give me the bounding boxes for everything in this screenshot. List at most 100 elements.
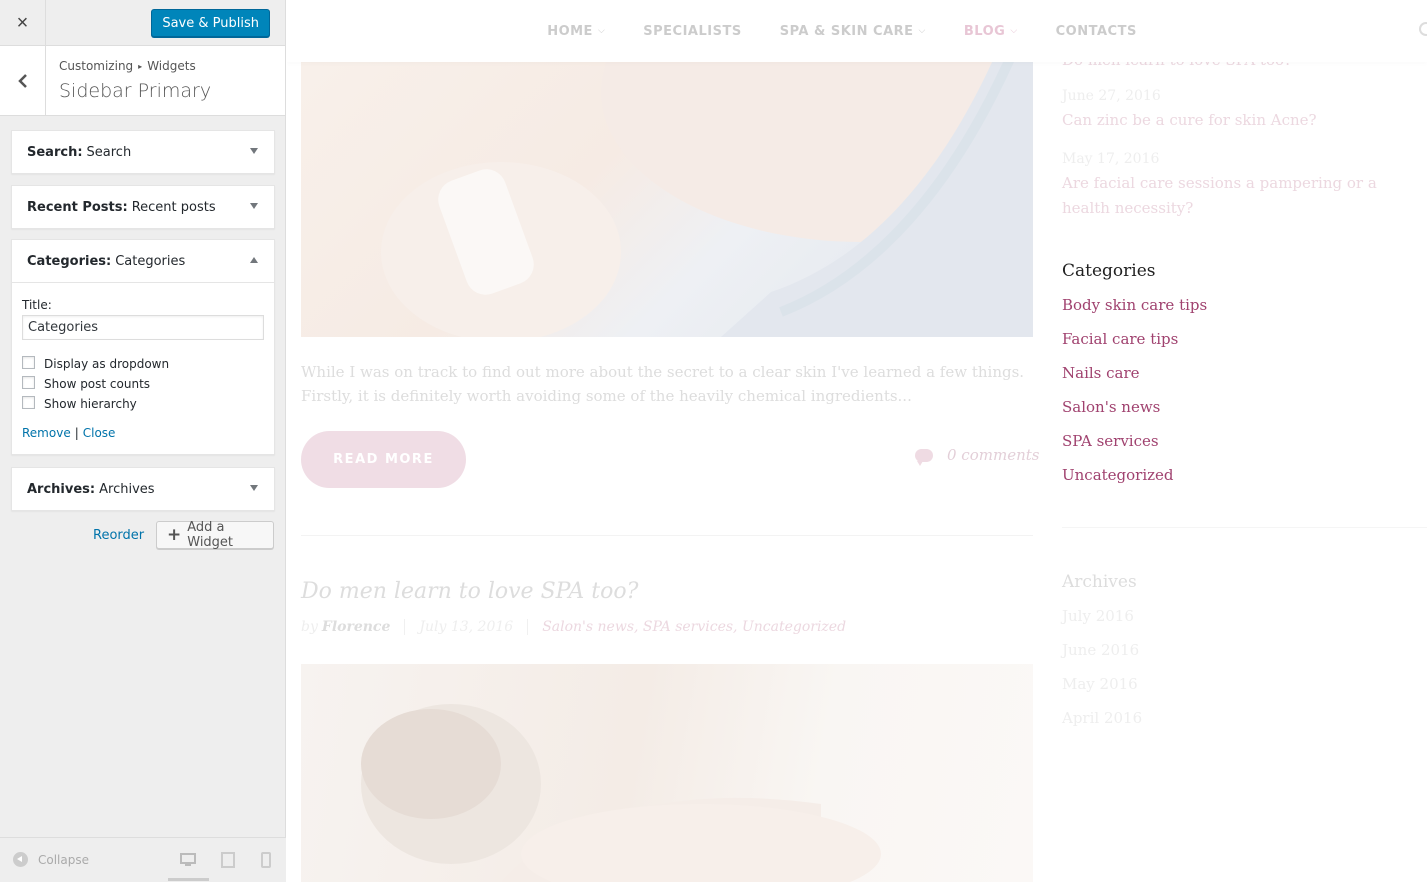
post-excerpt: While I was on track to find out more ab… (301, 363, 1025, 405)
widget-type: Categories: (27, 253, 112, 269)
customizer-header-actions: × Save & Publish (0, 0, 285, 46)
chevron-down-icon: ⌵ (597, 26, 606, 36)
search-icon[interactable] (1419, 22, 1427, 36)
post-by: by (301, 619, 318, 635)
actions-separator: | (74, 426, 79, 440)
category-link[interactable]: Salon's news (1062, 398, 1160, 416)
breadcrumb-section: Widgets (147, 59, 196, 73)
nav-label: SPECIALISTS (643, 23, 742, 39)
close-link[interactable]: Close (83, 426, 116, 440)
widget-name: Recent posts (131, 199, 216, 215)
archive-link[interactable]: May 2016 (1062, 675, 1138, 693)
widget-categories-form: Title: Display as dropdown Show post cou… (12, 282, 274, 454)
post-date: July 13, 2016 (419, 619, 514, 635)
comment-icon (915, 448, 933, 466)
add-widget-button[interactable]: + Add a Widget (156, 520, 274, 550)
back-arrow-icon[interactable] (0, 46, 46, 115)
nav-label: CONTACTS (1055, 23, 1137, 39)
archive-link[interactable]: July 2016 (1062, 607, 1134, 625)
breadcrumb-root: Customizing (59, 59, 134, 73)
checkbox-label: Show post counts (44, 377, 151, 391)
customizer-panel: × Save & Publish Customizing ▸ Widgets Sid… (0, 0, 286, 882)
active-device-indicator (168, 878, 209, 881)
breadcrumb: Customizing ▸ Widgets (59, 59, 196, 73)
meta-separator (527, 619, 529, 635)
recent-post-date: June 27, 2016 (1062, 88, 1161, 104)
widget-categories: Categories: Categories Title: Display as… (11, 239, 275, 455)
widget-categories-header[interactable]: Categories: Categories (12, 240, 274, 282)
mobile-icon[interactable] (261, 852, 271, 873)
collapse-arrow-icon[interactable] (250, 257, 258, 263)
post-divider (301, 535, 1033, 536)
post-meta: by Florence July 13, 2016 Salon's news, … (301, 619, 846, 635)
post-featured-image[interactable] (301, 664, 1033, 882)
post-author[interactable]: Florence (322, 619, 391, 635)
widget-recent-posts-header[interactable]: Recent Posts: Recent posts (12, 186, 274, 228)
archives-heading: Archives (1062, 572, 1137, 592)
category-link[interactable]: SPA services (1062, 432, 1159, 450)
widget-archives: Archives: Archives (11, 467, 275, 511)
recent-post-link[interactable]: Can zinc be a cure for skin Acne? (1062, 108, 1402, 133)
nav-spa-skin-care[interactable]: SPA & SKIN CARE ⌵ (780, 24, 926, 39)
collapse-arrow-icon (13, 852, 28, 867)
panel-title: Sidebar Primary (59, 80, 212, 102)
tablet-icon[interactable] (221, 852, 235, 873)
widget-name: Archives (99, 481, 155, 497)
chevron-down-icon: ⌵ (1010, 26, 1018, 36)
nav-label: SPA & SKIN CARE (779, 23, 914, 39)
nav-contacts[interactable]: CONTACTS (1056, 24, 1137, 39)
recent-post-link[interactable]: Are facial care sessions a pampering or … (1062, 171, 1402, 221)
widget-name: Search (86, 144, 132, 160)
post-categories[interactable]: Salon's news, SPA services, Uncategorize… (542, 619, 846, 635)
category-link[interactable]: Uncategorized (1062, 466, 1174, 484)
comments-link[interactable]: 0 comments (915, 446, 1040, 466)
title-input[interactable] (22, 315, 264, 340)
recent-post-date: May 17, 2016 (1062, 151, 1160, 167)
expand-arrow-icon[interactable] (250, 203, 258, 209)
checkbox-box[interactable] (22, 375, 35, 389)
meta-separator (404, 619, 406, 635)
nav-specialists[interactable]: SPECIALISTS (643, 24, 741, 39)
site-preview: HOME ⌵ SPECIALISTS SPA & SKIN CARE ⌵ BLOG ⌵… (287, 0, 1427, 882)
comments-count: 0 comments (947, 446, 1040, 464)
display-dropdown-checkbox[interactable]: Display as dropdown (22, 354, 264, 374)
show-post-counts-checkbox[interactable]: Show post counts (22, 374, 264, 394)
widget-archives-header[interactable]: Archives: Archives (12, 468, 274, 510)
close-icon[interactable]: × (0, 0, 46, 46)
remove-link[interactable]: Remove (22, 426, 71, 440)
widget-type: Search: (27, 144, 83, 160)
nav-blog[interactable]: BLOG ⌵ (964, 24, 1018, 39)
expand-arrow-icon[interactable] (250, 148, 258, 154)
breadcrumb-separator: ▸ (138, 62, 143, 71)
widget-type: Recent Posts: (27, 199, 128, 215)
post-featured-image[interactable] (301, 62, 1033, 337)
sidebar-divider (1062, 527, 1427, 528)
widget-actions: Remove | Close (22, 426, 264, 440)
checkbox-box[interactable] (22, 355, 35, 369)
panel-header: Customizing ▸ Widgets Sidebar Primary (0, 46, 285, 116)
widget-type: Archives: (27, 481, 96, 497)
category-link[interactable]: Facial care tips (1062, 330, 1178, 348)
category-link[interactable]: Nails care (1062, 364, 1140, 382)
collapse-button[interactable]: Collapse (13, 852, 89, 867)
nav-home[interactable]: HOME ⌵ (547, 24, 605, 39)
archive-link[interactable]: April 2016 (1062, 709, 1142, 727)
nav-label: BLOG (963, 23, 1006, 39)
chevron-down-icon: ⌵ (918, 26, 926, 36)
customizer-footer: Collapse (0, 837, 286, 882)
add-widget-label: Add a Widget (187, 520, 234, 550)
read-more-button[interactable]: READ MORE (301, 431, 466, 488)
widget-name: Categories (115, 253, 186, 269)
widget-recent-posts: Recent Posts: Recent posts (11, 185, 275, 229)
plus-icon: + (167, 525, 182, 545)
checkbox-box[interactable] (22, 395, 35, 409)
archive-link[interactable]: June 2016 (1062, 641, 1139, 659)
post-title[interactable]: Do men learn to love SPA too? (301, 579, 638, 604)
expand-arrow-icon[interactable] (250, 485, 258, 491)
show-hierarchy-checkbox[interactable]: Show hierarchy (22, 394, 264, 414)
desktop-icon[interactable] (180, 852, 196, 873)
widget-search-header[interactable]: Search: Search (12, 131, 274, 173)
category-link[interactable]: Body skin care tips (1062, 296, 1207, 314)
reorder-link[interactable]: Reorder (93, 528, 144, 543)
save-publish-button[interactable]: Save & Publish (151, 9, 270, 37)
